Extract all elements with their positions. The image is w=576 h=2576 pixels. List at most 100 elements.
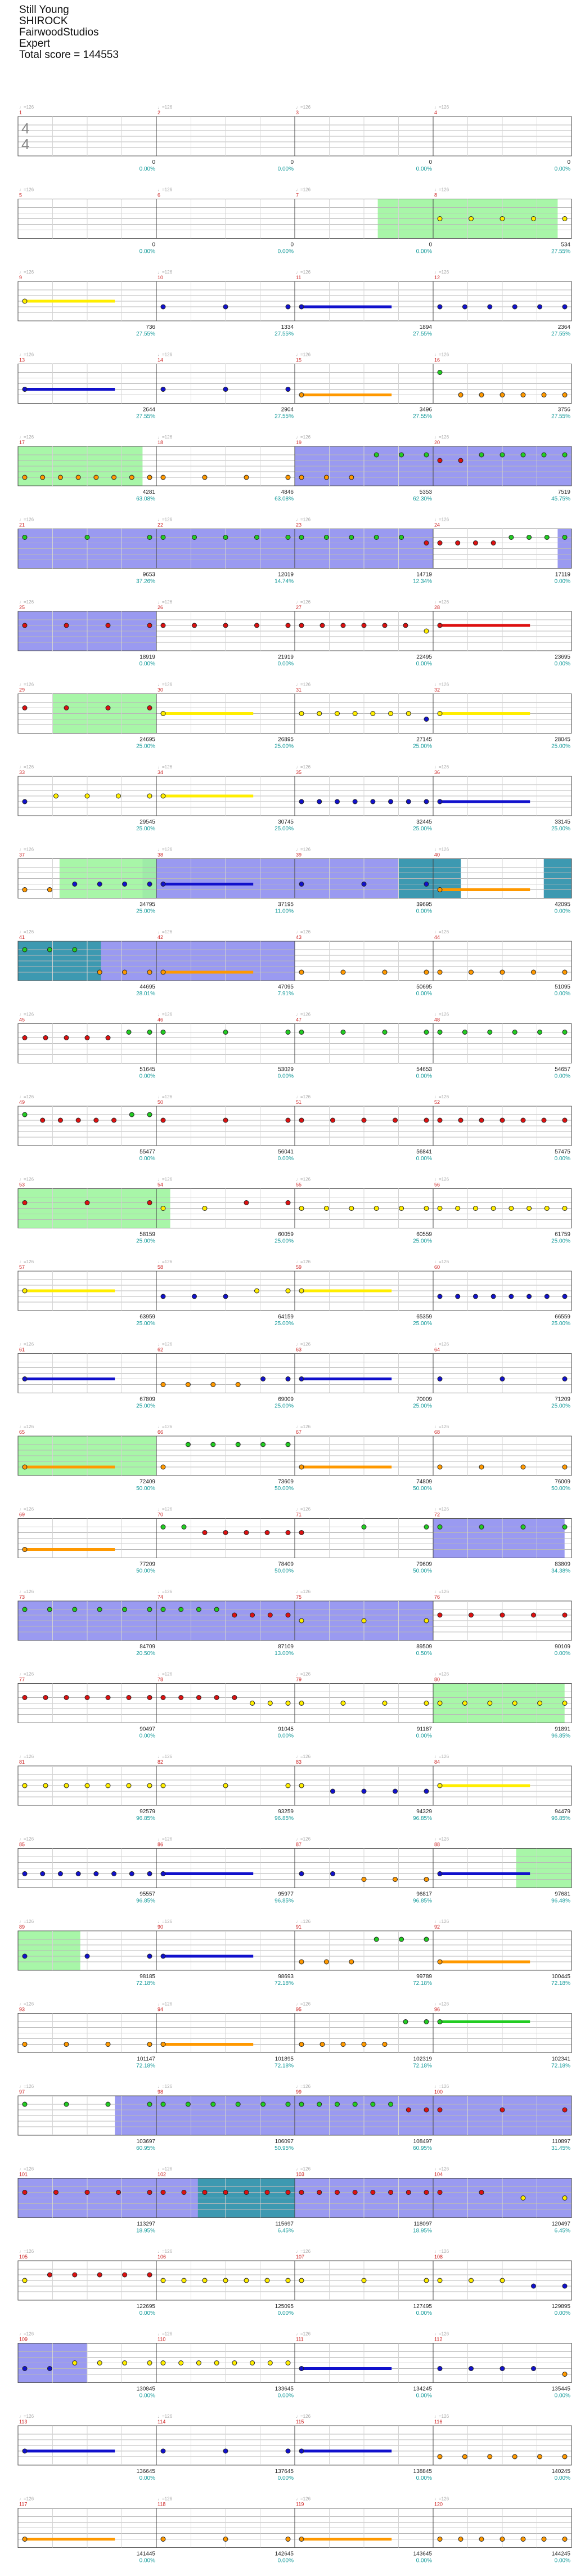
note-gem [352, 711, 358, 716]
note-gem [22, 2448, 28, 2454]
measure-percent: 12.34% [413, 579, 432, 585]
note-gem [458, 2537, 464, 2542]
measure-number: 57 [19, 1264, 25, 1270]
note-gem [437, 458, 443, 463]
note-gem [479, 1464, 484, 1470]
note-gem [223, 387, 228, 392]
note-gem [160, 2537, 166, 2542]
note-gem [210, 1382, 216, 1387]
note-gem [84, 1783, 90, 1788]
note-gem [267, 1612, 273, 1618]
measure-percent: 0.00% [416, 991, 432, 997]
note-gem [22, 799, 28, 804]
note-gem [160, 711, 166, 716]
note-gem [500, 216, 505, 221]
note-gem [424, 2190, 429, 2195]
note-gem [562, 304, 568, 310]
measure-number: 33 [19, 770, 25, 775]
note-gem [111, 1117, 117, 1123]
bpm-marker: ♩=126 [434, 1837, 449, 1842]
note-gem [490, 540, 496, 545]
bpm-marker: ♩=126 [19, 187, 34, 193]
bpm-marker: ♩=126 [19, 2249, 34, 2254]
note-gem [500, 1376, 505, 1381]
note-gem [508, 535, 514, 540]
note-gem [160, 1607, 166, 1612]
note-gem [250, 2360, 255, 2365]
measure-percent: 25.00% [551, 1321, 570, 1327]
note-gem [185, 1382, 191, 1387]
measure-score: 137645 [275, 2468, 294, 2475]
note-gem [462, 304, 467, 310]
note-gem [285, 2360, 291, 2365]
measure-score: 98693 [278, 1974, 294, 1980]
measure-percent: 0.00% [416, 1074, 432, 1080]
note-gem [469, 1612, 474, 1618]
note-gem [424, 717, 429, 722]
note-gem [181, 1524, 187, 1530]
note-gem [40, 475, 46, 480]
bpm-marker: ♩=126 [158, 2167, 173, 2172]
note-gem [334, 799, 340, 804]
measure-percent: 0.00% [416, 1733, 432, 1739]
note-gem [223, 1117, 228, 1123]
measure-score: 1334 [281, 324, 294, 330]
note-gem [469, 216, 474, 221]
note-gem [267, 1701, 273, 1706]
note-gem [53, 793, 58, 799]
note-gem [53, 2190, 58, 2195]
note-gem [22, 2101, 28, 2107]
note-gem [260, 2101, 266, 2107]
note-gem [223, 1030, 228, 1035]
measure-score: 79609 [416, 1562, 432, 1568]
note-gem [361, 2278, 367, 2283]
measure-score: 129895 [552, 2304, 571, 2310]
measure-score: 18919 [140, 654, 155, 660]
note-gem [57, 1117, 63, 1123]
note-gem [285, 1530, 291, 1535]
note-gem [349, 475, 354, 480]
measure-number: 18 [158, 440, 163, 445]
note-gem [317, 2190, 322, 2195]
note-gem [455, 540, 461, 545]
note-gem [147, 1953, 152, 1959]
note-gem [22, 1288, 28, 1294]
note-gem [57, 1871, 63, 1876]
bpm-marker: ♩=126 [296, 2002, 311, 2007]
note-gem [214, 2360, 219, 2365]
bpm-marker: ♩=126 [158, 2414, 173, 2419]
measure-number: 4 [434, 110, 437, 115]
measure-percent: 0.00% [140, 1156, 155, 1162]
measure-percent: 72.18% [413, 2063, 432, 2069]
note-gem [244, 475, 249, 480]
note-gem [122, 2360, 128, 2365]
note-gem [250, 1701, 255, 1706]
measure-number: 70 [158, 1512, 163, 1518]
measure-percent: 0.50% [416, 1651, 432, 1657]
note-gem [299, 1530, 304, 1535]
measure-percent: 25.00% [274, 826, 294, 832]
measure-number: 97 [19, 2089, 25, 2095]
note-gem [22, 1035, 28, 1040]
note-gem [562, 2372, 568, 2377]
note-gem [330, 1871, 335, 1876]
measure-number: 35 [296, 770, 302, 775]
note-gem [562, 1524, 568, 1530]
bpm-marker: ♩=126 [296, 105, 311, 110]
note-gem [374, 1937, 379, 1942]
bpm-marker: ♩=126 [19, 1754, 34, 1759]
note-gem [232, 2360, 237, 2365]
note-gem [192, 623, 197, 628]
note-gem [512, 2454, 518, 2459]
measure-number: 32 [434, 687, 440, 693]
note-gem [22, 1112, 28, 1117]
measure-number: 37 [19, 852, 25, 858]
measure-number: 78 [158, 1677, 163, 1683]
measure-score: 12019 [278, 572, 294, 578]
measure-score: 89509 [416, 1644, 432, 1650]
note-gem [562, 2195, 568, 2201]
note-gem [479, 1117, 484, 1123]
measure-score: 73609 [278, 1479, 294, 1485]
note-gem [479, 392, 484, 397]
note-gem [64, 2101, 69, 2107]
